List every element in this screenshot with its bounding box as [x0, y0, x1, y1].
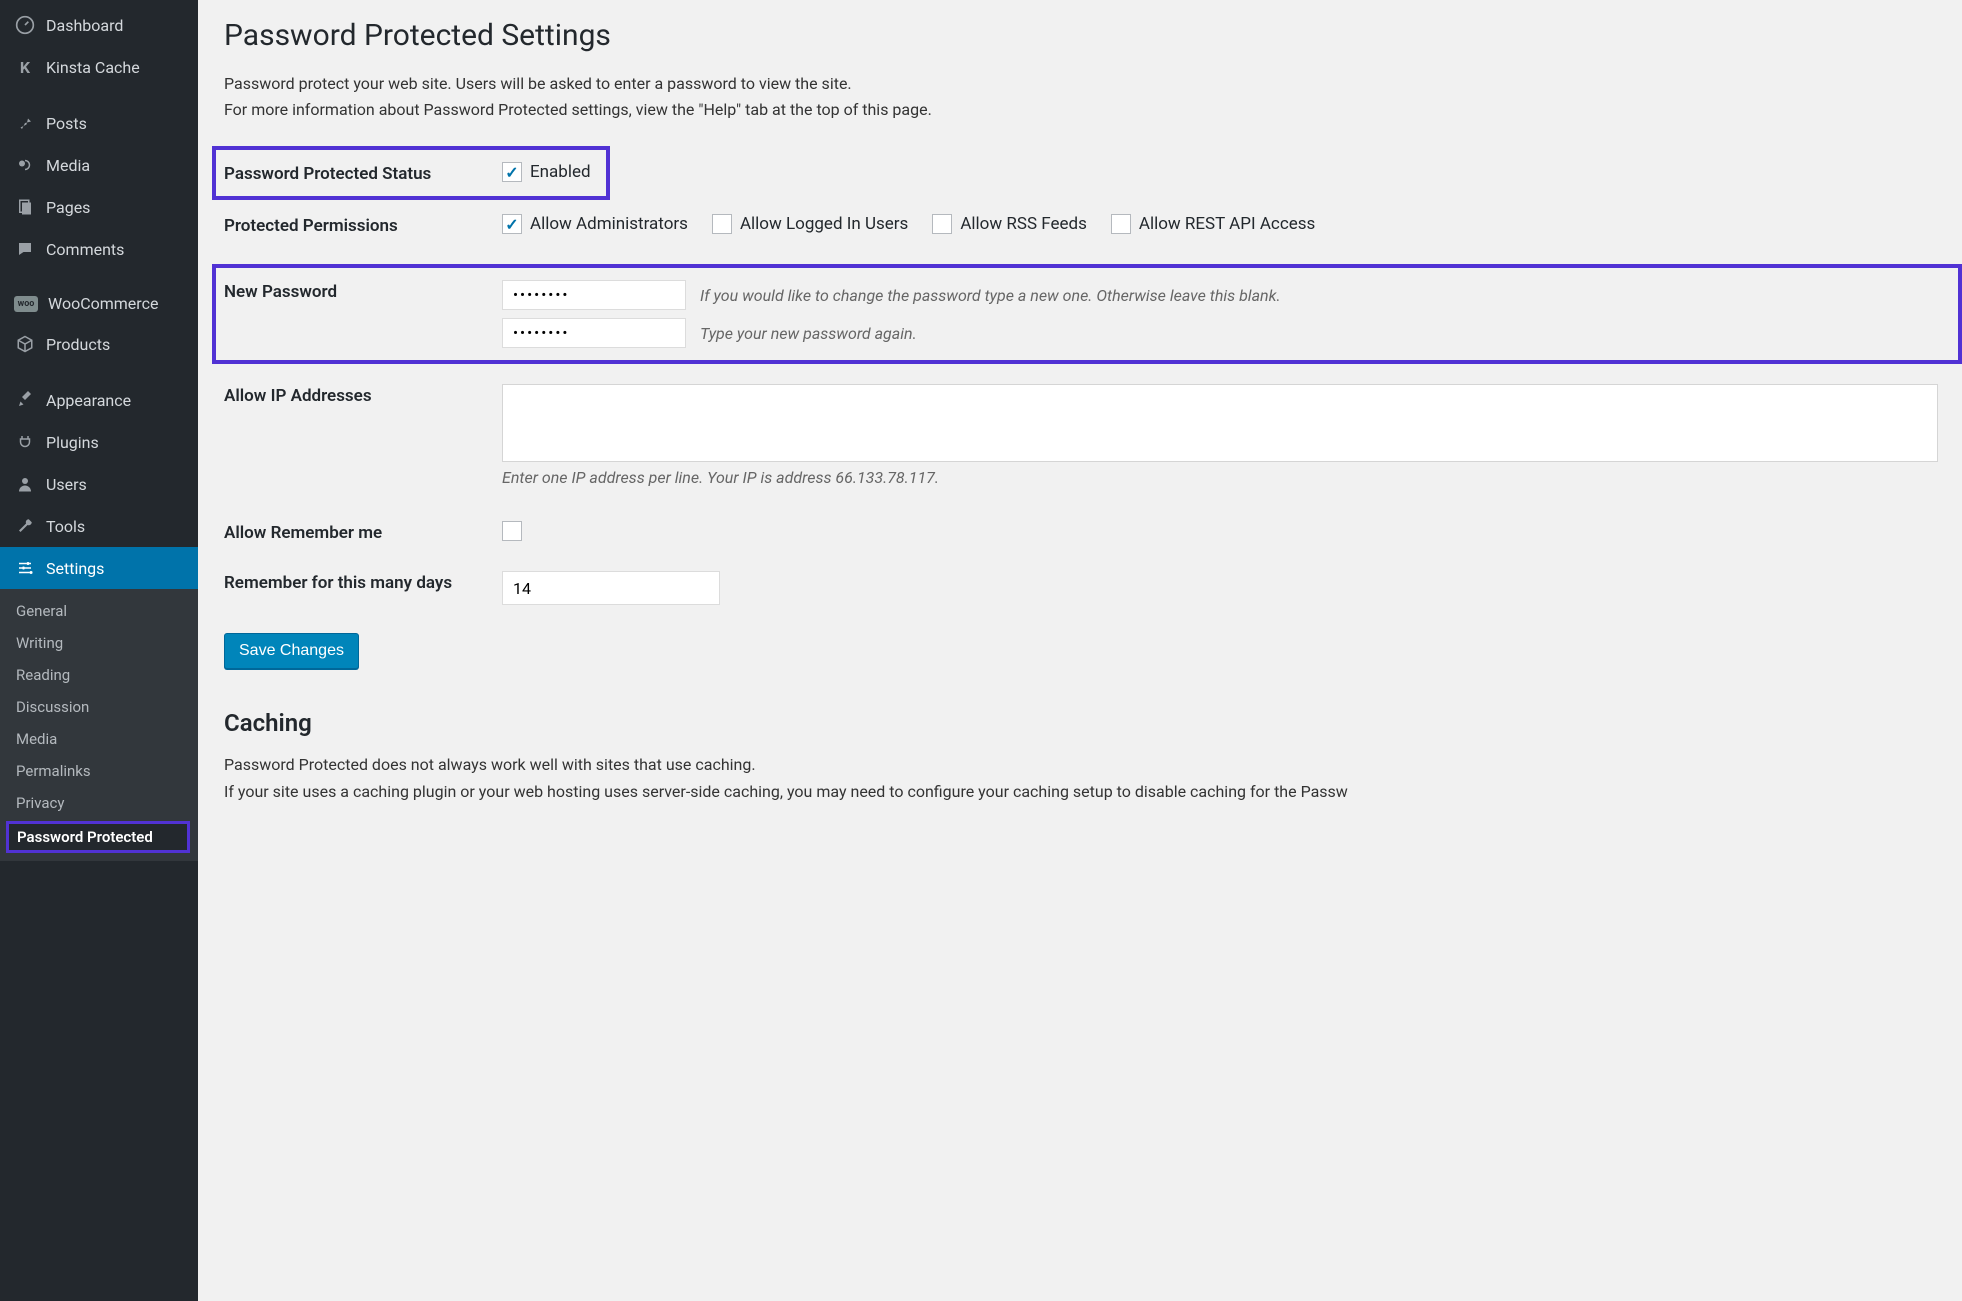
sidebar-item-dashboard[interactable]: Dashboard: [0, 0, 198, 46]
sub-reading[interactable]: Reading: [0, 659, 198, 691]
sidebar-item-tools[interactable]: Tools: [0, 505, 198, 547]
pages-icon: [14, 196, 36, 218]
sidebar-item-label: Kinsta Cache: [46, 58, 140, 77]
sub-media[interactable]: Media: [0, 723, 198, 755]
sidebar-item-plugins[interactable]: Plugins: [0, 421, 198, 463]
page-description: Password protect your web site. Users wi…: [224, 71, 1938, 122]
kinsta-icon: K: [14, 56, 36, 78]
sidebar-item-label: Settings: [46, 559, 104, 578]
sidebar-item-comments[interactable]: Comments: [0, 228, 198, 270]
user-icon: [14, 473, 36, 495]
sidebar-item-label: Users: [46, 475, 87, 494]
media-icon: [14, 154, 36, 176]
allow-rss-checkbox[interactable]: [932, 214, 952, 234]
permissions-label: Protected Permissions: [224, 214, 502, 236]
brush-icon: [14, 389, 36, 411]
enabled-label: Enabled: [530, 162, 591, 182]
new-password-label: New Password: [224, 280, 502, 302]
sub-writing[interactable]: Writing: [0, 627, 198, 659]
wrench-icon: [14, 515, 36, 537]
allow-logged-label: Allow Logged In Users: [740, 214, 908, 234]
sidebar-item-label: Dashboard: [46, 16, 123, 35]
caching-heading: Caching: [224, 709, 1938, 737]
sidebar-item-kinsta[interactable]: K Kinsta Cache: [0, 46, 198, 88]
allow-rss-wrap[interactable]: Allow RSS Feeds: [932, 214, 1087, 234]
desc-line-2: For more information about Password Prot…: [224, 97, 1938, 123]
main-content: Password Protected Settings Password pro…: [198, 0, 1962, 1301]
sidebar-item-label: Posts: [46, 114, 87, 133]
confirm-password-input[interactable]: [502, 318, 686, 348]
allow-ip-label: Allow IP Addresses: [224, 384, 502, 406]
sidebar-item-users[interactable]: Users: [0, 463, 198, 505]
allow-rss-label: Allow RSS Feeds: [960, 214, 1087, 234]
allow-logged-wrap[interactable]: Allow Logged In Users: [712, 214, 908, 234]
ip-hint: Enter one IP address per line. Your IP i…: [502, 468, 1938, 487]
enabled-checkbox-wrap[interactable]: Enabled: [502, 162, 591, 182]
box-icon: [14, 333, 36, 355]
allow-rest-label: Allow REST API Access: [1139, 214, 1315, 234]
allow-rest-checkbox[interactable]: [1111, 214, 1131, 234]
sub-permalinks[interactable]: Permalinks: [0, 755, 198, 787]
remember-days-label: Remember for this many days: [224, 571, 502, 593]
sidebar-item-label: Tools: [46, 517, 85, 536]
pin-icon: [14, 112, 36, 134]
gauge-icon: [14, 14, 36, 36]
sub-password-protected[interactable]: Password Protected: [6, 821, 190, 853]
sidebar-item-settings[interactable]: Settings: [0, 547, 198, 589]
password-hint-1: If you would like to change the password…: [700, 286, 1281, 305]
remember-days-input[interactable]: [502, 571, 720, 605]
caching-line-1: Password Protected does not always work …: [224, 751, 1938, 778]
sidebar-item-label: Plugins: [46, 433, 99, 452]
sidebar-item-pages[interactable]: Pages: [0, 186, 198, 228]
page-title: Password Protected Settings: [224, 18, 1938, 53]
sidebar-item-media[interactable]: Media: [0, 144, 198, 186]
sidebar-item-label: Appearance: [46, 391, 131, 410]
ip-addresses-textarea[interactable]: [502, 384, 1938, 462]
allow-admins-wrap[interactable]: Allow Administrators: [502, 214, 688, 234]
desc-line-1: Password protect your web site. Users wi…: [224, 71, 1938, 97]
sidebar-item-appearance[interactable]: Appearance: [0, 379, 198, 421]
plug-icon: [14, 431, 36, 453]
comment-icon: [14, 238, 36, 260]
sidebar-item-label: Comments: [46, 240, 124, 259]
caching-line-2: If your site uses a caching plugin or yo…: [224, 778, 1938, 805]
sliders-icon: [14, 557, 36, 579]
allow-admins-label: Allow Administrators: [530, 214, 688, 234]
admin-sidebar: Dashboard K Kinsta Cache Posts Media Pag…: [0, 0, 198, 1301]
remember-label: Allow Remember me: [224, 521, 502, 543]
sidebar-item-label: Pages: [46, 198, 90, 217]
caching-body: Password Protected does not always work …: [224, 751, 1938, 805]
allow-admins-checkbox[interactable]: [502, 214, 522, 234]
status-label: Password Protected Status: [224, 162, 502, 184]
save-button[interactable]: Save Changes: [224, 633, 359, 669]
sub-privacy[interactable]: Privacy: [0, 787, 198, 819]
sidebar-item-label: Media: [46, 156, 90, 175]
sidebar-item-products[interactable]: Products: [0, 323, 198, 365]
allow-logged-checkbox[interactable]: [712, 214, 732, 234]
sidebar-item-woocommerce[interactable]: woo WooCommerce: [0, 284, 198, 323]
sub-general[interactable]: General: [0, 595, 198, 627]
sidebar-item-posts[interactable]: Posts: [0, 102, 198, 144]
enabled-checkbox[interactable]: [502, 162, 522, 182]
password-hint-2: Type your new password again.: [700, 324, 917, 343]
remember-checkbox[interactable]: [502, 521, 522, 541]
settings-submenu: General Writing Reading Discussion Media…: [0, 589, 198, 861]
sidebar-item-label: Products: [46, 335, 110, 354]
sub-discussion[interactable]: Discussion: [0, 691, 198, 723]
allow-rest-wrap[interactable]: Allow REST API Access: [1111, 214, 1315, 234]
sidebar-item-label: WooCommerce: [48, 294, 158, 313]
woo-icon: woo: [14, 296, 38, 312]
new-password-input[interactable]: [502, 280, 686, 310]
